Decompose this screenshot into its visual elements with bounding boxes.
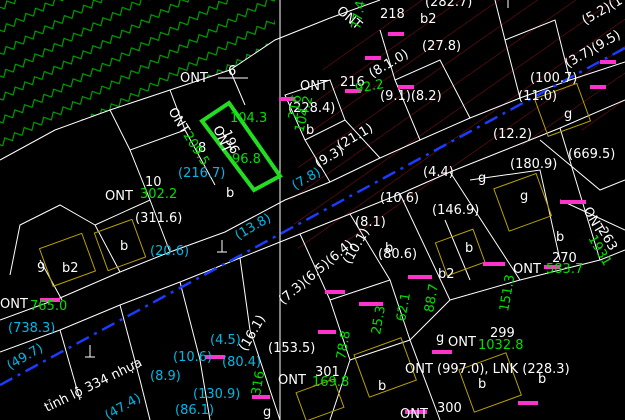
- dim-27-8: (27.8): [422, 39, 461, 54]
- parcel-270-area: 583.7: [546, 262, 583, 277]
- land-class-b-8: b: [378, 379, 386, 394]
- dim-130-9: (130.9): [193, 387, 240, 402]
- parcel-8-area-paren: (216.7): [178, 166, 225, 181]
- dim-20-6: (20.6): [150, 244, 189, 259]
- land-class-b2-3: b2: [438, 267, 455, 282]
- area-316: 316: [249, 370, 268, 397]
- area-25-3: 25.3: [369, 305, 389, 336]
- parcel-6-code: ONT: [180, 71, 208, 86]
- selected-parcel-area: 96.8: [232, 152, 261, 167]
- land-class-b-3: b: [226, 186, 234, 201]
- parcel-301-code: ONT: [278, 373, 306, 388]
- dim-11-0: (11.0): [518, 89, 557, 104]
- parcel-9-area-paren: (738.3): [8, 321, 55, 336]
- dim-8-9: (8.9): [150, 369, 181, 384]
- dim-100-7: (100.7): [530, 71, 577, 86]
- parcel-9-area: 765.0: [30, 299, 67, 314]
- parcel-301-area: 169.8: [312, 375, 349, 390]
- land-class-b-9: b: [538, 372, 546, 387]
- land-class-b-6: b: [465, 241, 473, 256]
- parcel-300-number: 300: [437, 401, 462, 416]
- dim-86-1: (86.1): [175, 403, 214, 418]
- parcel-10-area-paren: (311.6): [135, 211, 182, 226]
- area-62-1: 62.1: [394, 292, 414, 323]
- dim-16-1: (16.1): [236, 313, 269, 354]
- dim-80-6: (80.6): [378, 247, 417, 262]
- dim-282-7: (282.7): [425, 0, 472, 10]
- dim-80-4: (80.4): [222, 355, 261, 370]
- dim-47-4: (47.4): [103, 391, 144, 420]
- land-class-g-5: g: [263, 405, 271, 420]
- dim-4-4: (4.4): [423, 165, 454, 180]
- dim-669-5: (669.5): [568, 147, 615, 162]
- dim-153-5: (153.5): [268, 341, 315, 356]
- parcel-8-area: 209.5: [180, 129, 212, 169]
- parcel-218-number: 218: [380, 7, 405, 22]
- parcel-270-code: ONT: [513, 262, 541, 277]
- land-class-b: b: [120, 239, 128, 254]
- dim-180-9: (180.9): [510, 157, 557, 172]
- land-class-b2-2: b2: [420, 12, 437, 27]
- selected-parcel-side-length: 104.3: [230, 111, 267, 126]
- dim-146-9: (146.9): [432, 203, 479, 218]
- dim-9-1-8-2: (9.1)(8.2): [380, 89, 442, 104]
- dim-10-6a: (10.6): [380, 191, 419, 206]
- parcel-299-area: 1032.8: [478, 338, 524, 353]
- parcel-10-code: ONT: [105, 189, 133, 204]
- land-class-g-2: g: [520, 189, 528, 204]
- dim-13-8: (13.8): [233, 211, 274, 244]
- land-class-g-1: g: [478, 171, 486, 186]
- parcel-6-number: 6: [228, 64, 236, 79]
- land-class-g-4: g: [436, 331, 444, 346]
- parcel-300-code: ONT: [400, 407, 428, 420]
- dim-10-6b: (10.6): [173, 350, 212, 365]
- parcel-216-code: ONT: [300, 79, 328, 94]
- parcel-299-code: ONT: [448, 335, 476, 350]
- parcel-9-code: ONT: [0, 297, 28, 312]
- land-class-b2: b2: [62, 261, 79, 276]
- land-class-g-3: g: [564, 107, 572, 122]
- parcel-10-area: 302.2: [140, 187, 177, 202]
- area-78-8: 78.8: [334, 330, 354, 361]
- area-88-7: 88.7: [422, 283, 442, 314]
- dim-49-7: (49.7): [5, 341, 46, 374]
- land-class-b-10: b: [478, 377, 486, 392]
- area-151-3: 151.3: [497, 273, 518, 312]
- dim-12-2: (12.2): [493, 127, 532, 142]
- land-class-b-7: b: [556, 230, 564, 245]
- cadastral-map-canvas[interactable]: ONT 196 96.8 104.3 ONT 6 ONT 216 (228.4)…: [0, 0, 625, 420]
- parcel-9-number: 9: [37, 261, 45, 276]
